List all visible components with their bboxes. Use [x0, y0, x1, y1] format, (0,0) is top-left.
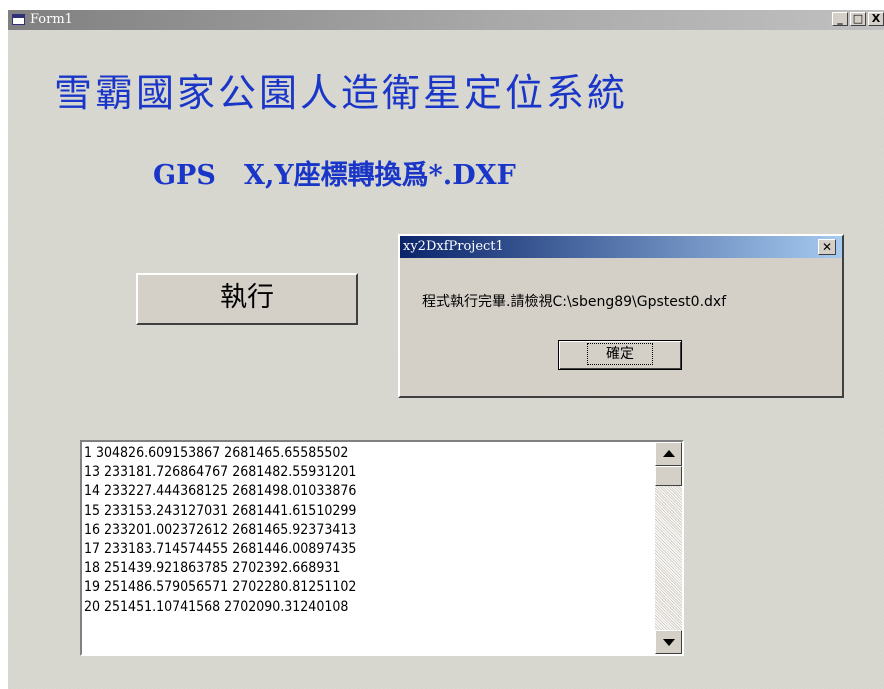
window-controls: _ □ X [832, 12, 884, 26]
conversion-subtitle: GPS X,Y座標轉換爲*.DXF [153, 160, 516, 191]
vertical-scrollbar[interactable] [655, 442, 682, 654]
list-item[interactable]: 17 233183.714574455 2681446.00897435 [84, 540, 652, 559]
minimize-button[interactable]: _ [832, 12, 848, 26]
list-item[interactable]: 14 233227.444368125 2681498.01033876 [84, 482, 652, 501]
dialog-title: xy2DxfProject1 [403, 239, 504, 254]
list-item[interactable]: 16 233201.002372612 2681465.92373413 [84, 521, 652, 540]
message-dialog: xy2DxfProject1 ✕ 程式執行完畢.請檢視C:\sbeng89\Gp… [398, 234, 844, 398]
list-items: 1 304826.609153867 2681465.65585502 13 23… [84, 444, 652, 617]
scrollbar-thumb[interactable] [655, 466, 682, 486]
scroll-down-arrow-icon [663, 639, 675, 646]
form1-window: Form1 _ □ X 雪霸國家公園人造衛星定位系統 GPS X,Y座標轉換爲*… [8, 10, 884, 689]
list-item[interactable]: 19 251486.579056571 2702280.81251102 [84, 578, 652, 597]
list-item[interactable]: 15 233153.243127031 2681441.61510299 [84, 502, 652, 521]
run-button[interactable]: 執行 [136, 273, 358, 325]
dialog-message: 程式執行完畢.請檢視C:\sbeng89\Gpstest0.dxf [422, 294, 727, 310]
ok-button[interactable]: 確定 [558, 340, 682, 370]
scroll-down-button[interactable] [655, 630, 682, 654]
window-title: Form1 [30, 12, 73, 27]
form-window-icon [12, 14, 25, 25]
list-item[interactable]: 18 251439.921863785 2702392.668931 [84, 559, 652, 578]
dialog-title-bar[interactable]: xy2DxfProject1 ✕ [400, 236, 842, 258]
system-title: 雪霸國家公園人造衛星定位系統 [54, 71, 629, 115]
scroll-up-arrow-icon [663, 450, 675, 457]
title-bar[interactable]: Form1 _ □ X [8, 10, 884, 30]
scroll-up-button[interactable] [655, 442, 682, 466]
list-item[interactable]: 20 251451.10741568 2702090.31240108 [84, 598, 652, 617]
list-item[interactable]: 13 233181.726864767 2681482.55931201 [84, 463, 652, 482]
maximize-button[interactable]: □ [850, 12, 866, 26]
dialog-close-icon[interactable]: ✕ [818, 239, 836, 255]
coordinates-listbox[interactable]: 1 304826.609153867 2681465.65585502 13 23… [80, 440, 684, 656]
close-button[interactable]: X [868, 12, 884, 26]
ok-button-label: 確定 [587, 343, 653, 365]
list-item[interactable]: 1 304826.609153867 2681465.65585502 [84, 444, 652, 463]
